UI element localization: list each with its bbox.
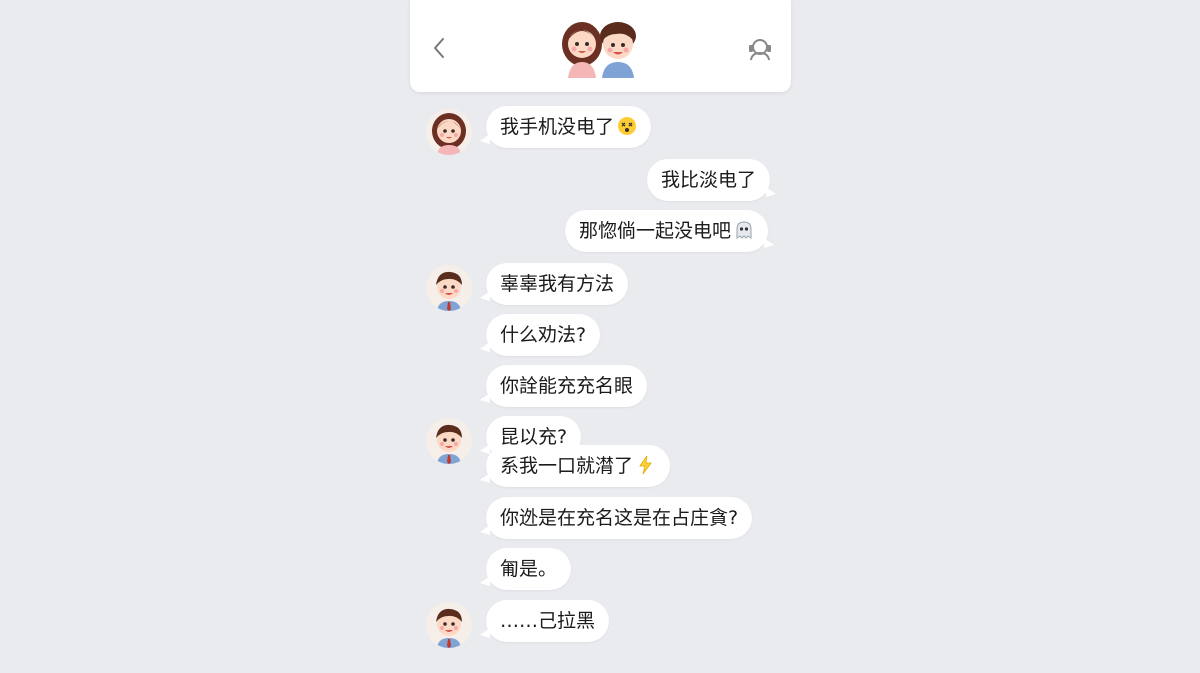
message-text: 匍是。 (500, 558, 558, 580)
boy-avatar-icon (426, 418, 472, 464)
lightning-emoji (639, 455, 652, 475)
message-text: 你詮能充充名眼 (500, 375, 634, 397)
couple-avatar-icon (562, 22, 636, 78)
chat-message-bubble[interactable]: 我比淡电了 (647, 159, 777, 201)
chat-message-bubble[interactable]: 那惚倘一起没电吧 (565, 210, 775, 252)
message-text: 那惚倘一起没电吧 (579, 220, 732, 242)
chat-message-bubble[interactable]: 我手机没电了 (479, 106, 652, 148)
avatar-boy[interactable] (426, 602, 472, 648)
message-text: 系我一口就潸了 (500, 455, 634, 477)
boy-avatar-icon (426, 602, 472, 648)
chat-message-bubble[interactable]: 匍是。 (479, 548, 572, 590)
message-text: 辜辜我有方法 (500, 273, 615, 295)
girl-avatar-icon (426, 109, 472, 155)
chat-message-bubble[interactable]: 什么劝法? (479, 314, 601, 356)
chat-header (410, 0, 791, 92)
chat-message-bubble[interactable]: 辜辜我有方法 (479, 263, 629, 305)
avatar-boy[interactable] (426, 265, 472, 311)
message-text: 我手机没电了 (500, 116, 615, 138)
avatar-boy[interactable] (426, 418, 472, 464)
chevron-left-icon[interactable] (432, 36, 446, 60)
message-text: ……己拉黑 (500, 610, 596, 632)
dizzy-face-emoji (618, 117, 637, 135)
chat-message-bubble[interactable]: ……己拉黑 (479, 600, 610, 642)
message-text: 我比淡电了 (661, 169, 757, 191)
chat-message-bubble[interactable]: 你詮能充充名眼 (479, 365, 648, 407)
chat-message-bubble[interactable]: 你迯是在充名这是在占庄貪? (479, 497, 753, 539)
chat-message-bubble[interactable]: 系我一口就潸了 (479, 445, 671, 487)
boy-avatar-icon (426, 265, 472, 311)
message-text: 什么劝法? (500, 324, 587, 346)
message-text: 你迯是在充名这是在占庄貪? (500, 507, 739, 529)
contact-icon[interactable] (747, 36, 773, 62)
ghost-emoji (736, 221, 752, 239)
avatar-girl[interactable] (426, 109, 472, 155)
